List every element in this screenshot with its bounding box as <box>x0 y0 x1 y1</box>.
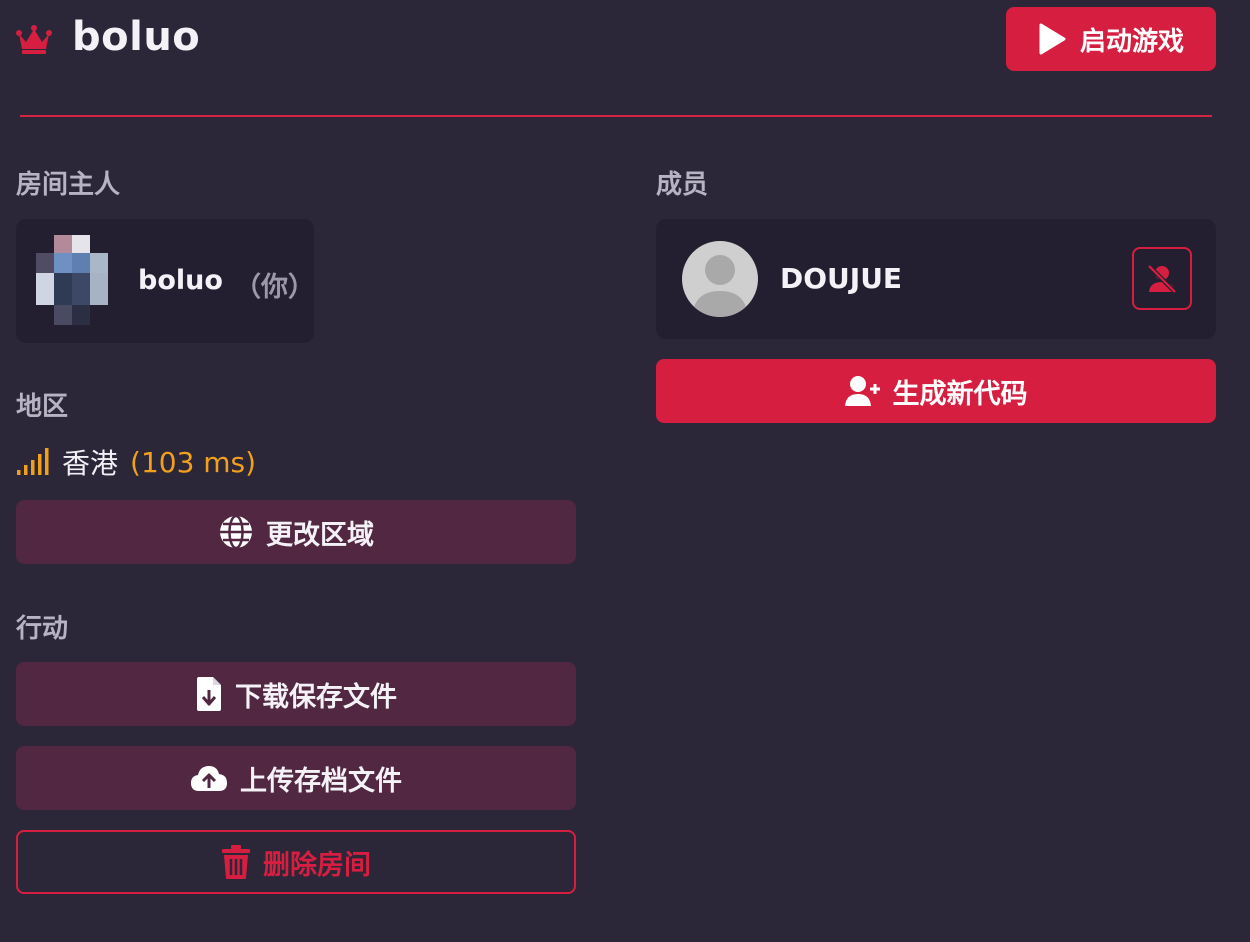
default-avatar-icon <box>692 255 748 317</box>
download-save-label: 下载保存文件 <box>235 681 397 713</box>
actions-section-label: 行动 <box>16 614 69 644</box>
owner-you-tag: （你） <box>234 272 315 303</box>
region-section-label: 地区 <box>16 392 69 422</box>
crown-icon <box>16 25 52 54</box>
owner-section-label: 房间主人 <box>16 170 121 200</box>
region-ping: (103 ms) <box>130 445 257 479</box>
header-divider <box>20 115 1212 117</box>
cloud-upload-icon <box>191 766 227 791</box>
change-region-label: 更改区域 <box>266 519 374 551</box>
member-card: DOUJUE <box>656 219 1216 339</box>
play-icon <box>1039 23 1066 55</box>
member-name: DOUJUE <box>780 262 903 295</box>
upload-save-label: 上传存档文件 <box>240 765 402 797</box>
trash-icon <box>222 845 250 879</box>
generate-code-button[interactable]: 生成新代码 <box>656 359 1216 423</box>
change-region-button[interactable]: 更改区域 <box>16 500 576 564</box>
room-title: boluo <box>72 14 201 60</box>
signal-icon <box>17 448 49 475</box>
kick-member-button[interactable] <box>1132 247 1192 310</box>
user-slash-icon <box>1147 263 1177 294</box>
owner-card: boluo （你） <box>16 219 315 343</box>
generate-code-label: 生成新代码 <box>892 378 1028 410</box>
avatar <box>682 241 758 317</box>
user-plus-icon <box>844 376 880 406</box>
start-game-button[interactable]: 启动游戏 <box>1006 7 1216 71</box>
delete-room-label: 删除房间 <box>263 849 371 881</box>
avatar <box>34 235 110 327</box>
download-save-button[interactable]: 下载保存文件 <box>16 662 576 726</box>
start-game-label: 启动游戏 <box>1079 26 1184 57</box>
region-name: 香港 <box>62 447 119 480</box>
globe-icon <box>220 514 252 550</box>
room-header: boluo 启动游戏 <box>16 0 1216 80</box>
members-section-label: 成员 <box>656 170 709 200</box>
delete-room-button[interactable]: 删除房间 <box>16 830 576 894</box>
region-status: 香港 (103 ms) <box>16 444 256 480</box>
room-page: boluo 启动游戏 房间主人 boluo （你） 地区 香港 (103 ms)… <box>0 0 1250 942</box>
file-download-icon <box>197 677 221 711</box>
upload-save-button[interactable]: 上传存档文件 <box>16 746 576 810</box>
owner-name: boluo <box>138 265 223 296</box>
